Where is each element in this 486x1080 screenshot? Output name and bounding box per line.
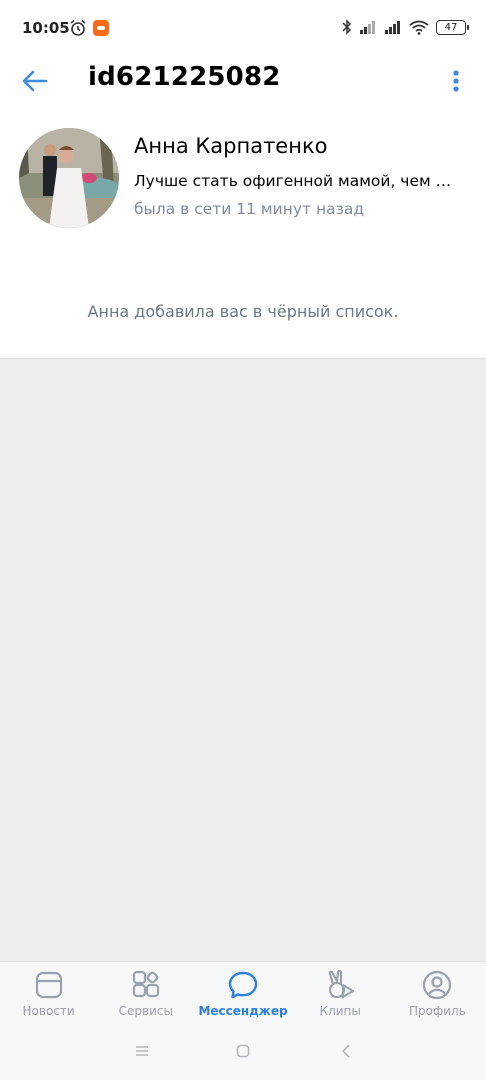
tab-label: Клипы <box>319 1004 361 1018</box>
profile-name[interactable]: Анна Карпатенко <box>134 134 328 158</box>
page-title: id621225082 <box>88 62 281 92</box>
app-notification-icon <box>93 20 109 36</box>
tab-label: Сервисы <box>118 1004 173 1018</box>
profile-card: Анна Карпатенко Лучше стать офигенной ма… <box>0 104 486 359</box>
battery-icon: 47 <box>436 19 469 35</box>
signal-icon-2 <box>385 21 400 34</box>
system-navigation-bar <box>0 1022 486 1080</box>
alarm-icon <box>70 19 86 36</box>
clips-icon <box>325 970 355 1000</box>
bottom-tab-bar: Новости Сервисы Мессенджер Клипы Профиль <box>0 961 486 1022</box>
avatar-photo <box>19 128 119 228</box>
battery-level: 47 <box>444 21 458 33</box>
menu-icon[interactable] <box>132 1041 152 1061</box>
arrow-left-icon <box>22 70 48 92</box>
avatar[interactable] <box>19 128 119 228</box>
tab-news[interactable]: Новости <box>0 962 97 1022</box>
chat-header: id621225082 <box>0 58 486 104</box>
more-options-button[interactable] <box>446 66 466 96</box>
more-vertical-icon <box>453 70 459 92</box>
services-icon <box>131 970 161 1000</box>
wifi-icon <box>409 20 429 35</box>
signal-icon <box>360 21 375 34</box>
back-button[interactable] <box>20 66 50 96</box>
bluetooth-icon <box>342 19 352 35</box>
back-icon[interactable] <box>336 1041 356 1061</box>
tab-messenger[interactable]: Мессенджер <box>194 962 291 1022</box>
news-icon <box>34 970 64 1000</box>
profile-icon <box>422 970 452 1000</box>
tab-services[interactable]: Сервисы <box>97 962 194 1022</box>
profile-status: Лучше стать офигенной мамой, чем … <box>134 172 452 190</box>
blocked-message: Анна добавила вас в чёрный список. <box>87 302 399 321</box>
tab-label: Мессенджер <box>198 1004 288 1018</box>
last-seen-text: была в сети 11 минут назад <box>134 200 365 218</box>
tab-label: Новости <box>22 1004 75 1018</box>
messenger-icon <box>228 970 258 1000</box>
home-icon[interactable] <box>233 1041 253 1061</box>
status-time: 10:05 <box>22 19 70 37</box>
tab-profile[interactable]: Профиль <box>389 962 486 1022</box>
tab-clips[interactable]: Клипы <box>292 962 389 1022</box>
tab-label: Профиль <box>409 1004 466 1018</box>
status-bar: 10:05 47 <box>0 0 486 58</box>
